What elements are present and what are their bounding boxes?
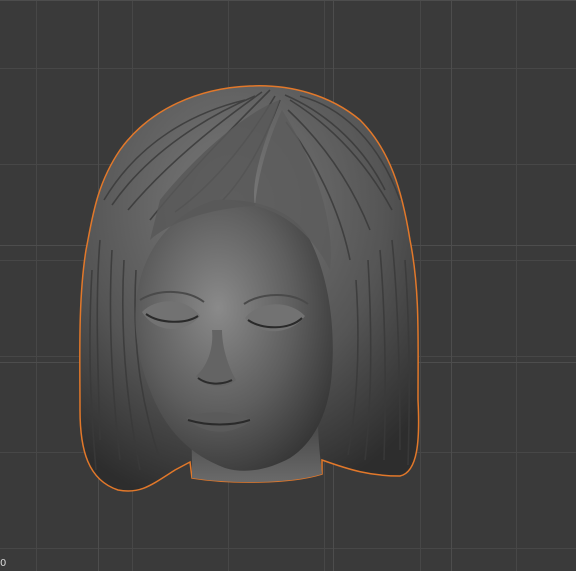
viewport-corner-label: 0 [0, 558, 7, 569]
sculpted-head-mesh[interactable] [0, 0, 576, 571]
3d-viewport[interactable] [0, 0, 576, 571]
